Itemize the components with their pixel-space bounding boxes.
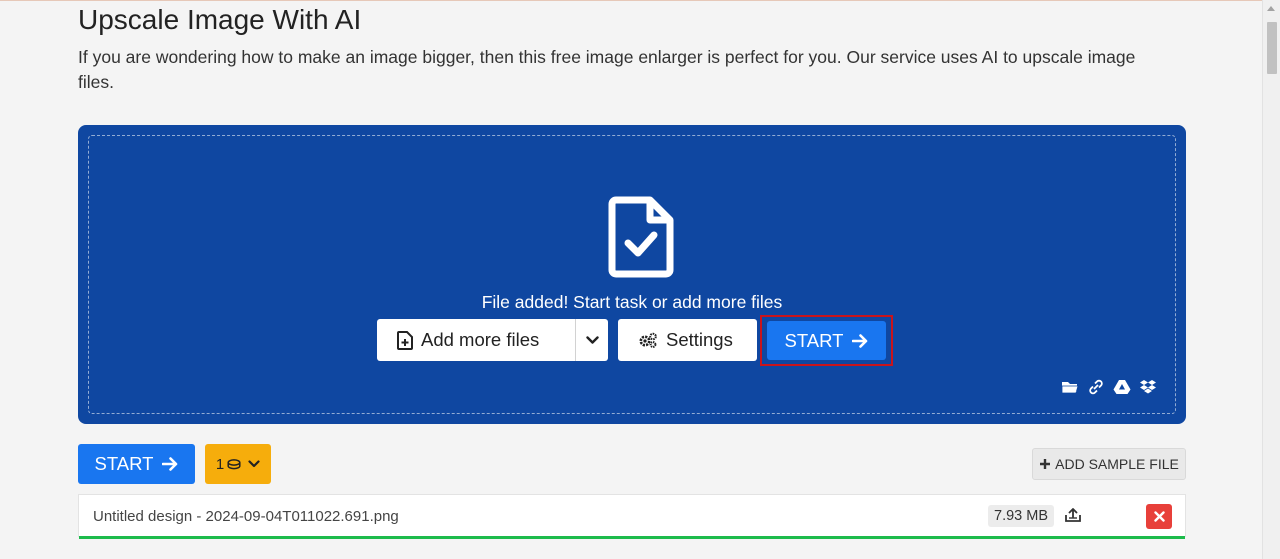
- scroll-thumb[interactable]: [1267, 22, 1277, 74]
- chevron-down-icon: [585, 335, 599, 344]
- folder-icon[interactable]: [1061, 379, 1079, 395]
- start-label: START: [784, 329, 844, 351]
- dropzone-border: File added! Start task or add more files…: [88, 135, 1176, 414]
- start-secondary-label: START: [94, 453, 154, 474]
- vertical-scrollbar[interactable]: [1262, 0, 1280, 559]
- add-files-group: Add more files: [377, 319, 608, 361]
- credits-count: 1: [215, 455, 225, 473]
- add-more-files-button[interactable]: Add more files: [377, 319, 576, 361]
- upload-sources: [1061, 379, 1157, 395]
- add-more-files-label: Add more files: [421, 329, 540, 350]
- add-files-dropdown-button[interactable]: [576, 319, 608, 361]
- dropbox-icon[interactable]: [1139, 379, 1157, 395]
- file-check-icon: [608, 196, 674, 278]
- link-icon[interactable]: [1087, 379, 1105, 395]
- start-button-secondary[interactable]: START: [78, 444, 195, 484]
- page-title: Upscale Image With AI: [78, 4, 362, 35]
- plus-icon: [1040, 459, 1051, 469]
- arrow-right-icon: [852, 333, 868, 348]
- gears-icon: [639, 332, 657, 348]
- google-drive-icon[interactable]: [1113, 379, 1131, 395]
- upload-progress-bar: [79, 536, 1185, 539]
- remove-file-button[interactable]: [1146, 504, 1172, 529]
- status-text: File added! Start task or add more files: [481, 292, 783, 312]
- start-button[interactable]: START: [767, 321, 886, 360]
- upload-progress-fill: [79, 536, 1185, 539]
- file-name: Untitled design - 2024-09-04T011022.691.…: [93, 508, 399, 525]
- add-sample-label: ADD SAMPLE FILE: [1055, 456, 1179, 472]
- chevron-down-icon: [248, 460, 260, 468]
- top-border: [0, 0, 1262, 1]
- coins-icon: [227, 458, 241, 469]
- start-button-highlight: START: [760, 315, 893, 366]
- settings-label: Settings: [666, 329, 733, 350]
- arrow-right-icon: [162, 457, 178, 471]
- settings-button[interactable]: Settings: [618, 319, 757, 361]
- file-row: Untitled design - 2024-09-04T011022.691.…: [78, 494, 1186, 539]
- scroll-up-arrow[interactable]: [1267, 6, 1275, 11]
- page-description: If you are wondering how to make an imag…: [78, 47, 1136, 92]
- upload-to-cloud-icon[interactable]: [1064, 507, 1082, 523]
- file-size-badge: 7.93 MB: [988, 505, 1054, 527]
- close-icon: [1153, 511, 1165, 522]
- file-plus-icon: [397, 330, 413, 350]
- file-dropzone[interactable]: File added! Start task or add more files…: [78, 125, 1186, 424]
- credits-dropdown-button[interactable]: 1: [205, 444, 271, 484]
- add-sample-file-button[interactable]: ADD SAMPLE FILE: [1032, 448, 1186, 480]
